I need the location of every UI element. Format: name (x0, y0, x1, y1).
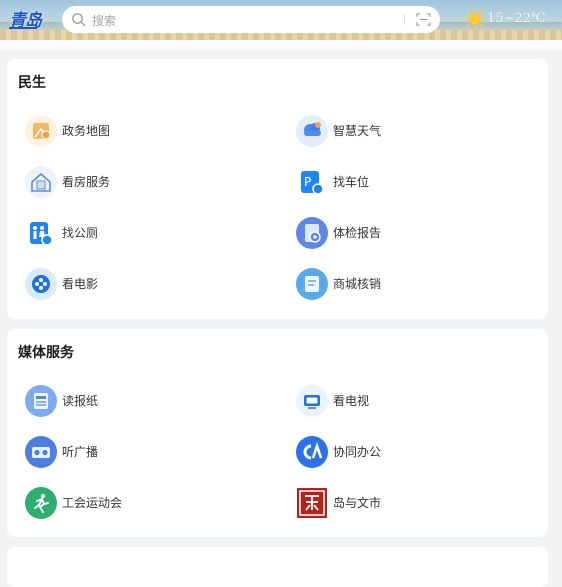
section-card-next (7, 547, 548, 587)
service-item-medical-report[interactable]: 体检报告 (296, 213, 516, 253)
temperature-range: 15~22℃ (487, 11, 546, 26)
search-divider (404, 14, 405, 25)
section-title: 媒体服务 (18, 345, 74, 361)
service-label: 政务地图 (62, 124, 111, 138)
service-item-restroom[interactable]: 找公厕 (25, 213, 245, 253)
service-item-island-culture[interactable]: 岛与文市 (296, 483, 516, 523)
service-item-smart-weather[interactable]: 智慧天气 (296, 111, 516, 151)
service-label: 找车位 (333, 175, 370, 189)
sun-icon (463, 7, 487, 31)
film-reel-icon (25, 268, 57, 300)
newspaper-icon (25, 385, 57, 417)
service-label: 智慧天气 (333, 124, 382, 138)
service-label: 看电影 (62, 277, 99, 291)
header-banner: 青岛 15~22℃ (0, 0, 562, 40)
section-card-livelihood: 民生 政务地图 智慧天气 看房服务 P 找车位 找公厕 体检报告 看电影 商城核… (7, 59, 548, 319)
service-label: 商城核销 (333, 277, 382, 291)
medical-report-icon (296, 217, 328, 249)
service-item-office[interactable]: 协同办公 (296, 432, 516, 472)
service-label: 看房服务 (62, 175, 111, 189)
service-item-tv[interactable]: 看电视 (296, 381, 516, 421)
service-item-newspaper[interactable]: 读报纸 (25, 381, 245, 421)
service-item-radio[interactable]: 听广播 (25, 432, 245, 472)
tv-icon (296, 385, 328, 417)
weather-widget[interactable]: 15~22℃ (463, 4, 562, 34)
service-label: 岛与文市 (333, 496, 382, 510)
parking-icon: P (296, 166, 328, 198)
office-icon (296, 436, 328, 468)
service-label: 协同办公 (333, 445, 382, 459)
radio-icon (25, 436, 57, 468)
header-bottom-strip (0, 40, 562, 50)
search-input[interactable] (90, 10, 394, 31)
scan-icon[interactable] (416, 12, 431, 27)
service-label: 找公厕 (62, 226, 99, 240)
service-item-house[interactable]: 看房服务 (25, 162, 245, 202)
service-item-sports-meet[interactable]: 工会运动会 (25, 483, 245, 523)
mall-verify-icon (296, 268, 328, 300)
service-label: 体检报告 (333, 226, 382, 240)
house-icon (25, 166, 57, 198)
service-label: 读报纸 (62, 394, 99, 408)
service-item-mall-verify[interactable]: 商城核销 (296, 264, 516, 304)
service-label: 听广播 (62, 445, 99, 459)
weather-cloud-icon (296, 115, 328, 147)
service-label: 看电视 (333, 394, 370, 408)
gov-map-icon (25, 115, 57, 147)
culture-seal-icon (296, 487, 328, 519)
service-item-movie[interactable]: 看电影 (25, 264, 245, 304)
search-bar[interactable] (62, 6, 440, 33)
runner-icon (25, 487, 57, 519)
search-icon (72, 13, 86, 27)
restroom-icon (25, 217, 57, 249)
logo-underline (9, 27, 37, 29)
section-card-media: 媒体服务 读报纸 看电视 听广播 协同办公 工会运动会 岛与文市 (7, 329, 548, 537)
section-title: 民生 (18, 75, 46, 91)
service-label: 工会运动会 (62, 496, 123, 510)
service-item-parking[interactable]: P 找车位 (296, 162, 516, 202)
svg-text:P: P (304, 175, 311, 189)
service-item-gov-map[interactable]: 政务地图 (25, 111, 245, 151)
